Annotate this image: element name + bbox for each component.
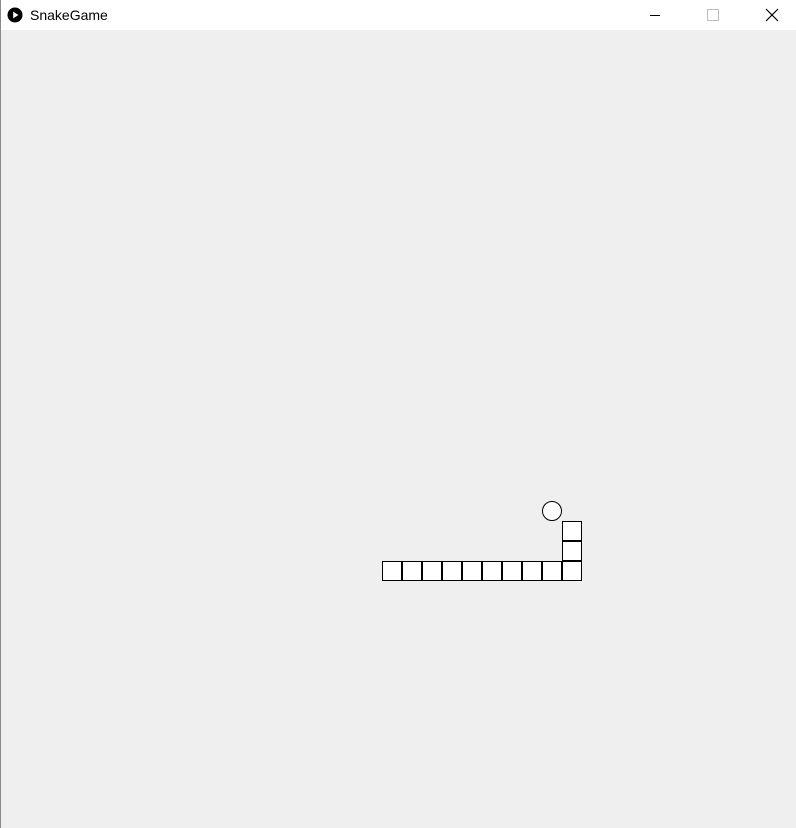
snake-segment <box>462 561 482 581</box>
snake-segment <box>562 541 582 561</box>
minimize-icon <box>650 15 660 16</box>
play-icon <box>7 7 23 23</box>
snake-segment <box>562 561 582 581</box>
close-button[interactable] <box>749 0 795 30</box>
game-canvas[interactable] <box>1 30 796 828</box>
snake-segment <box>542 561 562 581</box>
snake-segment <box>402 561 422 581</box>
snake-segment <box>442 561 462 581</box>
snake-head <box>562 521 582 541</box>
app-window: SnakeGame <box>0 0 796 828</box>
snake-segment <box>522 561 542 581</box>
snake-segment <box>482 561 502 581</box>
snake-segment <box>382 561 402 581</box>
snake-segment <box>422 561 442 581</box>
close-icon <box>765 8 779 22</box>
window-title: SnakeGame <box>30 7 108 23</box>
maximize-button[interactable] <box>690 0 736 30</box>
maximize-icon <box>707 9 719 21</box>
minimize-button[interactable] <box>632 0 678 30</box>
title-bar[interactable]: SnakeGame <box>1 0 796 30</box>
snake-segment <box>502 561 522 581</box>
food-pellet <box>542 501 562 521</box>
